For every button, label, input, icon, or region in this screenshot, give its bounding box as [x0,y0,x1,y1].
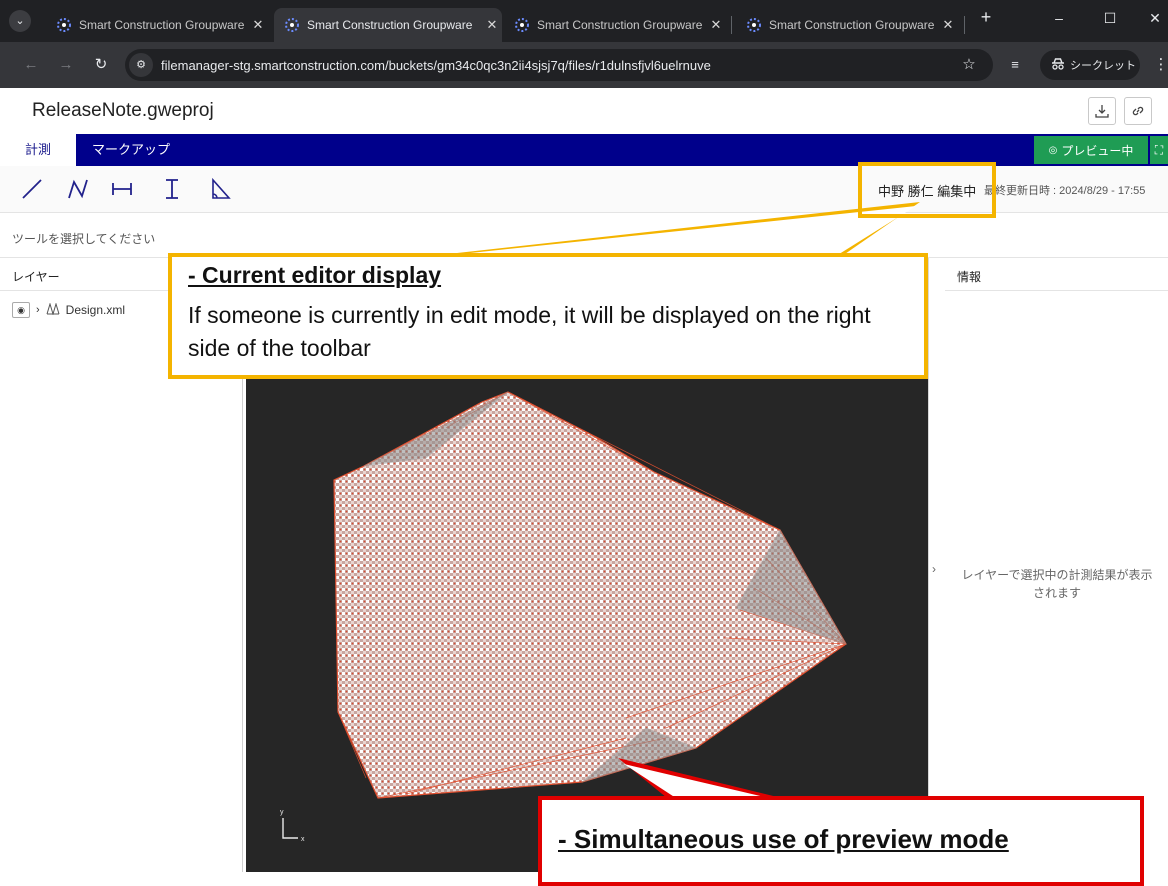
preview-callout: - Simultaneous use of preview mode [538,796,1144,886]
preview-callout-title: - Simultaneous use of preview mode [558,824,1009,854]
editor-callout: - Current editor display If someone is c… [168,253,928,379]
editor-highlight-box [858,162,996,218]
callout-pointers [430,202,920,802]
editor-callout-body: If someone is currently in edit mode, it… [188,302,871,361]
editor-callout-title: - Current editor display [188,262,442,288]
